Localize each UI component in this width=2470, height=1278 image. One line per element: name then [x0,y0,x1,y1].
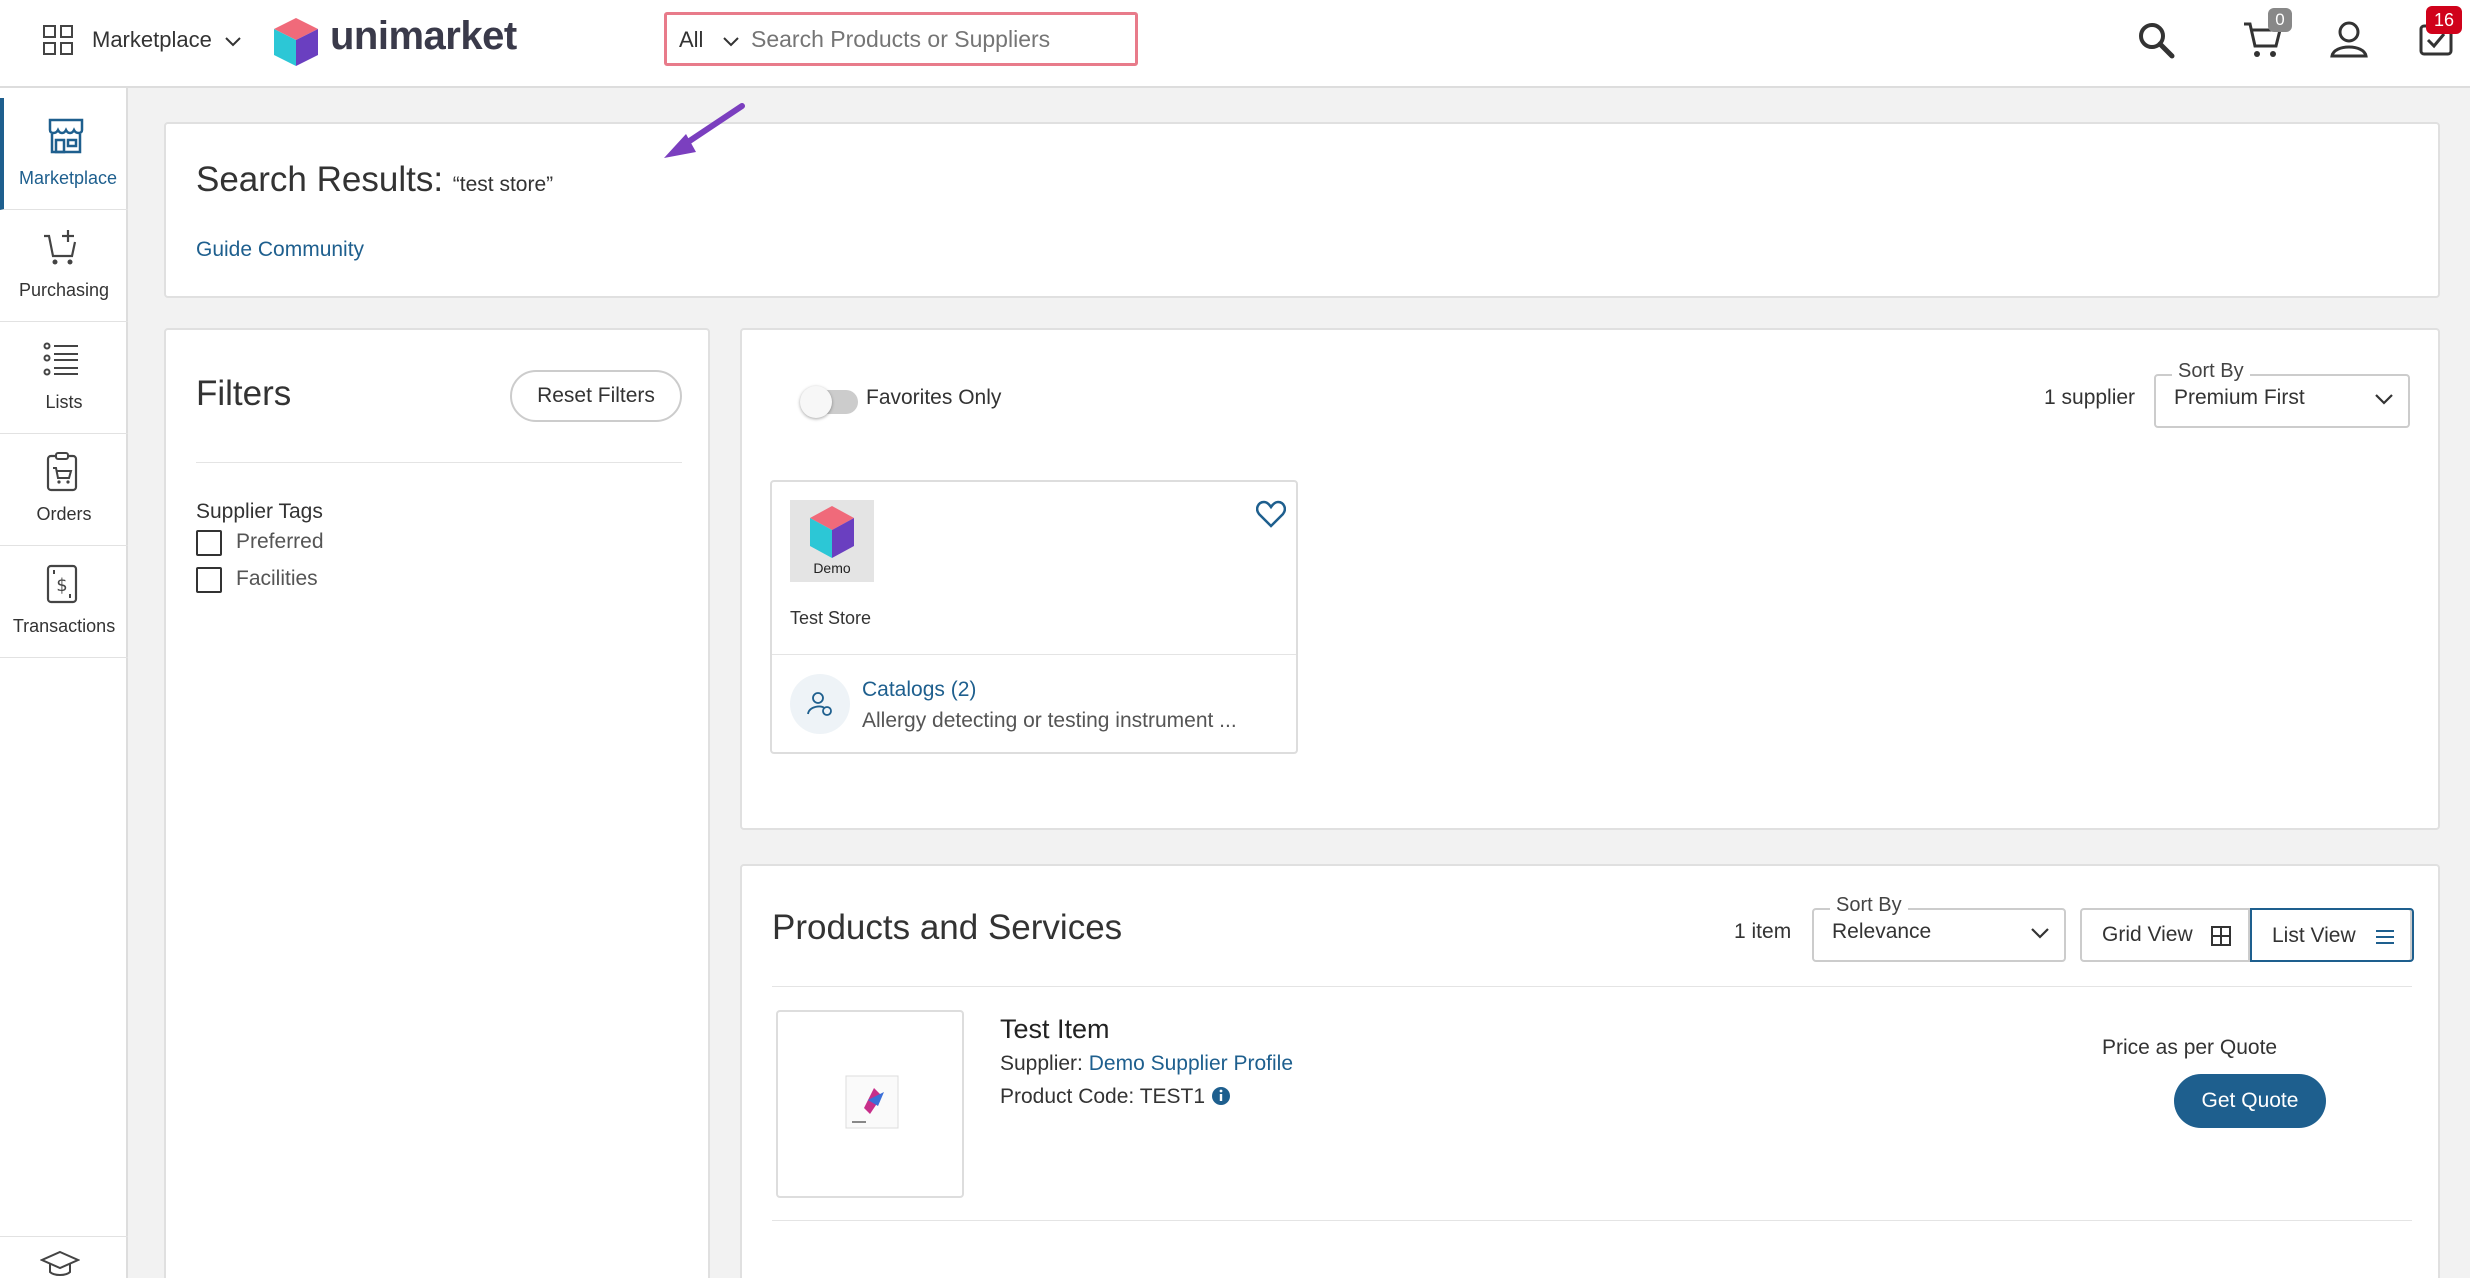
guide-community-link[interactable]: Guide Community [196,238,364,262]
list-lines-icon [2376,930,2394,944]
product-code-label: Product Code: TEST1 [1000,1085,1206,1108]
graduation-cap-icon[interactable] [40,1250,80,1278]
app-grid-icon[interactable] [42,24,74,56]
grid-icon [2211,926,2231,946]
search-bar: All [664,12,1138,66]
grid-view-label: Grid View [2102,923,2193,946]
sort-value: Premium First [2174,386,2305,409]
logo-text: unimarket [330,14,517,58]
annotation-arrow-icon [664,103,745,158]
search-scope-select[interactable]: All [679,27,740,53]
facilities-label: Facilities [236,567,318,590]
supplier-name: Test Store [790,608,872,628]
favorites-label: Favorites Only [866,386,1002,409]
product-supplier: Supplier: Demo Supplier Profile [1000,1052,1293,1076]
storefront-icon [48,118,84,154]
supplier-tags-heading: Supplier Tags [196,500,323,523]
product-count: 1 item [1734,920,1792,943]
transactions-icon: $ [46,564,78,604]
toggle-knob [800,386,832,418]
sidebar-divider [0,1236,128,1237]
filters-title: Filters [196,374,292,413]
cart-count-badge: 0 [2268,8,2292,32]
preferred-label: Preferred [236,530,324,553]
reset-filters-button[interactable]: Reset Filters [510,370,682,422]
user-icon[interactable] [2328,18,2370,60]
sort-value: Relevance [1832,920,1932,943]
view-toggle: Grid View List View [2080,908,2414,962]
list-icon [43,342,78,376]
product-code: Product Code: TEST1 [1000,1085,1231,1109]
sort-legend: Sort By [2172,360,2250,383]
sidebar-item-transactions[interactable]: $ Transactions [0,546,128,658]
filters-panel: Filters Reset Filters Supplier Tags Pref… [164,328,710,1278]
sidebar-item-lists[interactable]: Lists [0,322,128,434]
sidebar-item-orders[interactable]: Orders [0,434,128,546]
sidebar-item-label: Transactions [12,616,116,636]
supplier-logo: Demo [790,500,874,582]
search-scope-value: All [679,27,704,52]
info-icon[interactable] [1211,1086,1231,1106]
product-sort-select[interactable]: Sort By Relevance [1812,894,2066,962]
products-panel: Products and Services 1 item Sort By Rel… [740,864,2440,1278]
sidebar-item-label: Marketplace [18,168,118,188]
heart-icon[interactable] [1256,500,1286,528]
sidebar-item-marketplace[interactable]: Marketplace [0,98,128,210]
app-switcher-label: Marketplace [92,27,212,52]
sidebar-item-purchasing[interactable]: Purchasing [0,210,128,322]
sidebar: Marketplace Purchasing Lists Orders $ Tr… [0,88,128,1278]
chevron-down-icon [722,37,739,47]
unimarket-logo-icon[interactable] [272,16,320,68]
chevron-down-icon [2375,394,2393,405]
facilities-checkbox[interactable] [196,567,222,593]
catalogs-link[interactable]: Catalogs (2) [862,678,976,702]
get-quote-button[interactable]: Get Quote [2174,1074,2326,1128]
tasks-count-badge: 16 [2426,6,2462,34]
top-bar: Marketplace unimarket All 0 16 [0,0,2470,88]
list-view-button[interactable]: List View [2250,908,2414,962]
sidebar-item-label: Purchasing [18,280,110,300]
products-divider [772,986,2412,987]
list-view-label: List View [2272,924,2356,947]
app-switcher[interactable]: Marketplace [92,27,242,53]
search-query: “test store” [452,173,554,196]
supplier-card-divider [772,654,1296,655]
sidebar-item-label: Orders [36,504,92,524]
search-results-title: Search Results: [196,160,444,199]
product-row-divider [772,1220,2412,1221]
supplier-profile-link[interactable]: Demo Supplier Profile [1089,1052,1293,1075]
search-results-card: Search Results: “test store” Guide Commu… [164,103,2440,298]
products-title: Products and Services [772,908,1123,947]
supplier-logo-text: Demo [813,560,851,576]
orders-icon [46,452,78,492]
filters-divider [196,462,682,463]
supplier-card[interactable]: Demo Test Store Catalogs (2) Allergy det… [770,480,1298,754]
supplier-sort-select[interactable]: Sort By Premium First [2154,360,2410,428]
product-thumbnail-icon [845,1075,899,1129]
supplier-label: Supplier: [1000,1052,1083,1075]
favorites-toggle[interactable] [800,386,858,418]
search-icon[interactable] [2136,20,2176,60]
sidebar-item-label: Lists [45,392,83,412]
cart-add-icon [44,230,77,265]
chevron-down-icon [225,37,241,47]
svg-text:$: $ [56,575,67,596]
suppliers-panel: Favorites Only 1 supplier Sort By Premiu… [740,328,2440,830]
preferred-checkbox[interactable] [196,530,222,556]
chevron-down-icon [2031,928,2049,939]
catalog-avatar [790,674,850,734]
supplier-count: 1 supplier [2044,386,2136,409]
product-image[interactable] [776,1010,964,1198]
demo-logo-icon [810,506,854,558]
catalog-description: Allergy detecting or testing instrument … [862,709,1237,732]
sort-legend: Sort By [1830,894,1908,917]
product-name[interactable]: Test Item [1000,1014,1110,1045]
user-catalog-icon [807,692,832,716]
grid-view-button[interactable]: Grid View [2082,910,2250,960]
price-text: Price as per Quote [2102,1036,2278,1059]
search-input[interactable] [751,21,1121,57]
